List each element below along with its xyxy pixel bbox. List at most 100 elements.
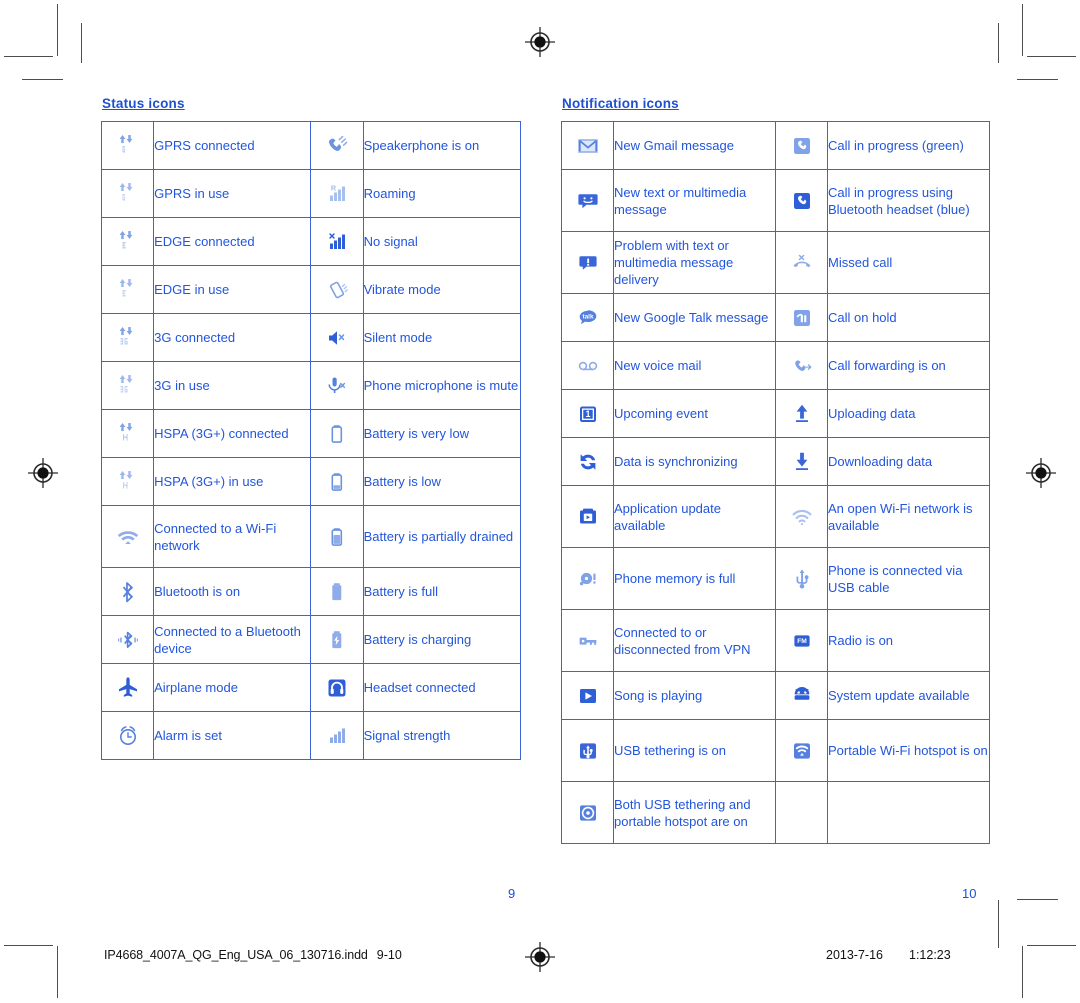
table-row: Bluetooth is on Battery is full (100, 567, 522, 616)
footer-right: 2013-7-16 1:12:23 (826, 948, 951, 962)
status-label: Vibrate mode (362, 265, 522, 314)
voicemail-icon (561, 341, 614, 390)
table-row: USB tethering is on Portable Wi-Fi hotsp… (561, 719, 990, 782)
call-bluetooth-icon (775, 169, 828, 232)
notification-label: Portable Wi-Fi hotspot is on (827, 719, 990, 782)
empty-label-cell (827, 781, 990, 844)
status-label: GPRS connected (153, 121, 312, 170)
crop-mark (1027, 56, 1076, 57)
table-row: 1 Upcoming event Uploading data (561, 389, 990, 438)
svg-text:1: 1 (585, 409, 590, 419)
airplane-mode-icon (100, 663, 155, 712)
notification-label: Call forwarding is on (827, 341, 990, 390)
notification-label: USB tethering is on (613, 719, 776, 782)
notification-label: Connected to or disconnected from VPN (613, 609, 776, 672)
notification-label: An open Wi-Fi network is available (827, 485, 990, 548)
notification-label: Downloading data (827, 437, 990, 486)
footer-time: 1:12:23 (909, 948, 951, 962)
bluetooth-on-icon (100, 567, 155, 616)
edge-connected-icon (100, 217, 155, 266)
google-talk-icon: talk (561, 293, 614, 342)
notification-label: New voice mail (613, 341, 776, 390)
notification-label: Data is synchronizing (613, 437, 776, 486)
registration-target (525, 942, 555, 972)
crop-mark (998, 23, 999, 63)
table-row: Connected to a Wi-Fi network Battery is … (100, 505, 522, 568)
status-label: Silent mode (362, 313, 522, 362)
svg-text:R: R (331, 183, 337, 192)
crop-mark (1022, 4, 1023, 56)
battery-low-icon (310, 457, 364, 506)
crop-mark (1022, 946, 1023, 998)
crop-mark (1017, 899, 1058, 900)
table-row: Connected to or disconnected from VPN FM… (561, 609, 990, 672)
crop-mark (1027, 945, 1076, 946)
upload-icon (775, 389, 828, 438)
notification-label: Call on hold (827, 293, 990, 342)
crop-mark (57, 946, 58, 998)
sms-problem-icon (561, 231, 614, 294)
crop-mark (81, 23, 82, 63)
battery-charging-icon (310, 615, 364, 664)
3g-in-use-icon (100, 361, 155, 410)
table-row: 3G in use Phone microphone is mute (100, 361, 522, 410)
table-row: Connected to a Bluetooth device Battery … (100, 615, 522, 664)
notification-label: Phone is connected via USB cable (827, 547, 990, 610)
usb-tethering-icon (561, 719, 614, 782)
notification-label: Upcoming event (613, 389, 776, 438)
status-label: 3G in use (153, 361, 312, 410)
table-row: EDGE connected No signal (100, 217, 522, 266)
status-label: Speakerphone is on (362, 121, 522, 170)
notification-label: Problem with text or multimedia message … (613, 231, 776, 294)
call-on-hold-icon (775, 293, 828, 342)
page-number-left: 9 (508, 886, 516, 901)
sync-icon (561, 437, 614, 486)
crop-mark (4, 945, 53, 946)
status-label: Signal strength (362, 711, 522, 760)
page-title-notification-icons: Notification icons (562, 96, 679, 111)
notification-label: Song is playing (613, 671, 776, 720)
notification-icons-section: Notification icons New Gmail message Cal… (561, 96, 990, 844)
table-row: New text or multimedia message Call in p… (561, 169, 990, 232)
hspa-in-use-icon (100, 457, 155, 506)
status-label: Battery is very low (362, 409, 522, 458)
roaming-icon: R (310, 169, 364, 218)
status-label: Battery is low (362, 457, 522, 506)
table-row: New voice mail Call forwarding is on (561, 341, 990, 390)
battery-very-low-icon (310, 409, 364, 458)
gprs-connected-icon (100, 121, 155, 170)
page-title-status-icons: Status icons (102, 96, 185, 111)
status-label: Battery is partially drained (362, 505, 522, 568)
registration-target (1026, 458, 1056, 488)
3g-connected-icon (100, 313, 155, 362)
status-label: Headset connected (362, 663, 522, 712)
status-label: Battery is charging (362, 615, 522, 664)
table-row: talk New Google Talk message Call on hol… (561, 293, 990, 342)
memory-full-icon (561, 547, 614, 610)
alarm-icon (100, 711, 155, 760)
table-row: HSPA (3G+) in use Battery is low (100, 457, 522, 506)
footer-file-name: IP4668_4007A_QG_Eng_USA_06_130716.indd (104, 948, 368, 962)
mic-mute-icon (310, 361, 364, 410)
silent-mode-icon (310, 313, 364, 362)
wifi-connected-icon (100, 505, 155, 568)
portable-hotspot-icon (775, 719, 828, 782)
svg-text:talk: talk (582, 313, 593, 320)
gprs-in-use-icon (100, 169, 155, 218)
notification-label: New Gmail message (613, 121, 776, 170)
calendar-event-icon: 1 (561, 389, 614, 438)
notification-label: New Google Talk message (613, 293, 776, 342)
open-wifi-icon (775, 485, 828, 548)
table-row: HSPA (3G+) connected Battery is very low (100, 409, 522, 458)
table-row: EDGE in use Vibrate mode (100, 265, 522, 314)
status-label: Airplane mode (153, 663, 312, 712)
print-page: Status icons GPRS connected Speakerphone… (0, 0, 1080, 1003)
battery-full-icon (310, 567, 364, 616)
crop-mark (57, 4, 58, 56)
no-signal-icon (310, 217, 364, 266)
play-icon (561, 671, 614, 720)
table-row: GPRS in use R Roaming (100, 169, 522, 218)
vpn-key-icon (561, 609, 614, 672)
status-label: GPRS in use (153, 169, 312, 218)
notification-label: Call in progress (green) (827, 121, 990, 170)
